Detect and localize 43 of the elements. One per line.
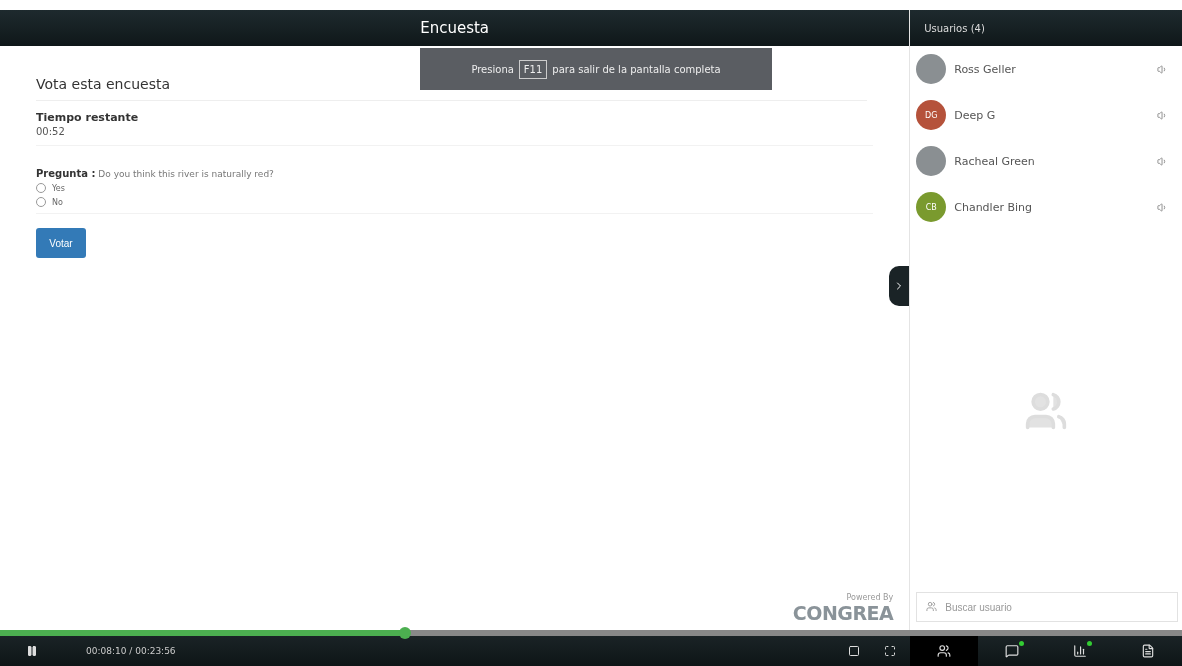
notification-dot xyxy=(1087,641,1092,646)
notice-text: Presiona xyxy=(471,63,514,75)
progress-thumb[interactable] xyxy=(399,627,412,639)
user-avatar: DG xyxy=(916,100,947,130)
chart-icon xyxy=(1073,644,1087,658)
question-text: Pregunta : Do you think this river is naturally red? xyxy=(36,168,275,179)
collapse-handle[interactable] xyxy=(889,266,910,306)
notice-text: para salir de la pantalla completa xyxy=(552,63,721,75)
search-field[interactable]: Buscar usuario xyxy=(916,592,1178,622)
playback-time: 00:08:10 / 00:23:56 xyxy=(86,646,177,656)
powered-by-text: Powered By xyxy=(846,593,894,602)
user-name: Deep G xyxy=(954,108,997,122)
brand-logo: CONGREA xyxy=(792,602,894,624)
page-title: Encuesta xyxy=(0,10,910,46)
notification-dot xyxy=(1019,641,1024,646)
photo-placeholder xyxy=(916,146,947,176)
user-name: Chandler Bing xyxy=(954,200,1033,214)
document-icon xyxy=(1141,644,1155,658)
vote-button[interactable]: Votar xyxy=(36,228,86,258)
radio-button[interactable] xyxy=(36,197,46,207)
photo-placeholder xyxy=(916,54,947,84)
user-avatar: CB xyxy=(916,192,947,222)
radio-button[interactable] xyxy=(36,183,46,193)
poll-heading: Vota esta encuesta xyxy=(36,76,868,101)
pause-button[interactable] xyxy=(26,645,38,657)
timer-value: 00:52 xyxy=(36,126,874,146)
user-name: Ross Geller xyxy=(954,62,1017,76)
square-icon[interactable] xyxy=(848,645,860,657)
speaker-icon xyxy=(1157,63,1168,75)
fullscreen-icon[interactable] xyxy=(884,645,896,657)
option-label: Yes xyxy=(52,183,65,193)
speaker-icon xyxy=(1157,201,1168,213)
option-label: No xyxy=(52,197,63,207)
speaker-icon xyxy=(1157,155,1168,167)
users-icon xyxy=(926,601,938,612)
chat-icon xyxy=(1005,644,1019,658)
user-name: Racheal Green xyxy=(954,154,1036,168)
users-icon xyxy=(937,644,951,658)
timer-label: Tiempo restante xyxy=(36,111,140,124)
sidebar-title: Usuarios (4) xyxy=(910,10,1182,46)
users-tab[interactable] xyxy=(910,636,978,666)
speaker-icon xyxy=(1157,109,1168,121)
key-label: F11 xyxy=(518,59,548,79)
